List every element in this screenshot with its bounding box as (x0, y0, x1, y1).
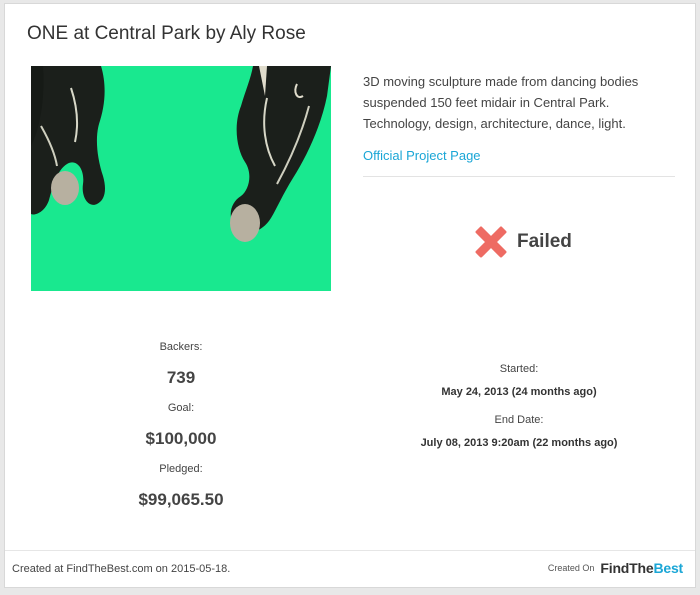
project-card: ONE at Central Park by Aly Rose 3D movin… (4, 3, 696, 588)
backers-value: 739 (166, 368, 196, 387)
end-date-label: End Date: (494, 414, 544, 426)
footer-brand[interactable]: Created On FindTheBest (548, 560, 683, 576)
brand-part-1: FindThe (600, 560, 654, 576)
started-value: May 24, 2013 (24 months ago) (441, 386, 597, 398)
end-date-value: July 08, 2013 9:20am (22 months ago) (420, 437, 618, 449)
official-project-page-link[interactable]: Official Project Page (363, 148, 481, 163)
project-description: 3D moving sculpture made from dancing bo… (363, 74, 639, 131)
x-mark-icon (475, 226, 507, 258)
findthebest-logo[interactable]: FindTheBest (600, 560, 683, 576)
brand-part-2: Best (653, 560, 683, 576)
created-at-text: Created at FindTheBest.com on 2015-05-18… (12, 563, 231, 575)
project-photo (31, 66, 331, 291)
divider (363, 176, 675, 177)
funding-stats: Backers: 739 Goal: $100,000 Pledged: $99… (81, 340, 281, 510)
status-label: Failed (517, 231, 572, 252)
project-title: ONE at Central Park by Aly Rose (27, 23, 306, 44)
created-on-label: Created On (547, 563, 595, 573)
dancers-image (31, 66, 331, 291)
pledged-value: $99,065.50 (138, 490, 224, 509)
goal-label: Goal: (167, 402, 195, 414)
status-indicator: Failed (471, 221, 572, 263)
pledged-label: Pledged: (159, 463, 203, 475)
backers-label: Backers: (159, 341, 203, 353)
footer-divider (5, 550, 695, 551)
date-stats: Started: May 24, 2013 (24 months ago) En… (369, 362, 669, 450)
goal-value: $100,000 (145, 429, 217, 448)
started-label: Started: (499, 363, 539, 375)
